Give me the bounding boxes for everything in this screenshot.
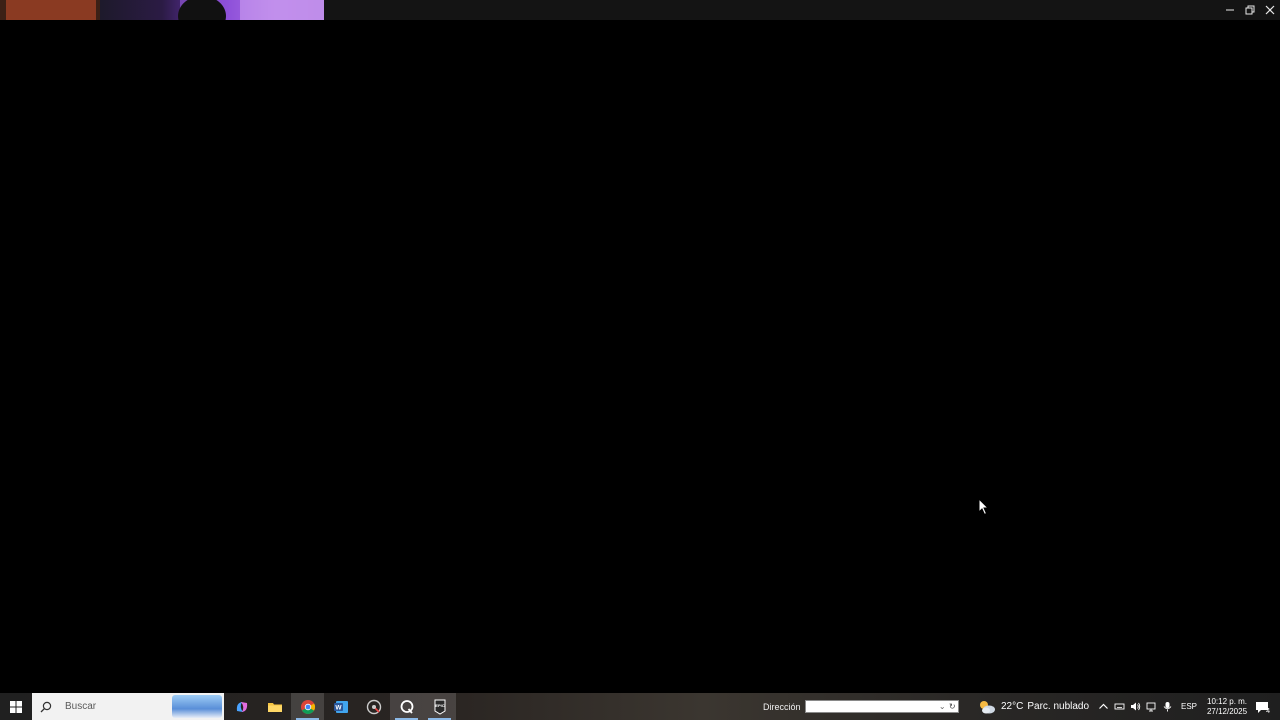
network-icon (1146, 702, 1155, 712)
tray-keyboard[interactable] (1111, 693, 1127, 720)
minimize-button[interactable] (1220, 0, 1240, 20)
clock[interactable]: 10:12 p. m. 27/12/2025 (1205, 693, 1249, 720)
word-icon: W (333, 700, 348, 713)
address-input[interactable] (805, 705, 936, 717)
tray-network[interactable] (1143, 693, 1159, 720)
taskbar-app-copilot[interactable] (225, 693, 258, 720)
weather-condition: Parc. nublado (1027, 701, 1090, 712)
q-app-icon (400, 699, 413, 714)
speaker-icon (1130, 702, 1140, 711)
microphone-icon (1163, 702, 1171, 712)
notification-center-button[interactable]: 4 (1250, 693, 1274, 720)
epic-games-icon: EPIC (434, 699, 445, 715)
minimize-icon (1226, 9, 1234, 11)
taskbar-app-file-explorer[interactable] (258, 693, 291, 720)
folder-icon (267, 702, 282, 712)
svg-text:EPIC: EPIC (435, 703, 444, 708)
weather-temperature: 22°C (1001, 701, 1024, 712)
notification-count: 4 (1266, 708, 1270, 715)
taskbar-app-circle[interactable] (357, 693, 390, 720)
restore-button[interactable] (1240, 0, 1260, 20)
language-indicator[interactable]: ESP (1181, 702, 1197, 711)
keyboard-icon (1114, 703, 1124, 710)
clock-date: 27/12/2025 (1206, 706, 1248, 716)
partly-cloudy-icon (980, 700, 995, 713)
close-icon (1265, 5, 1275, 15)
taskbar-app-epic-games[interactable]: EPIC (423, 693, 456, 720)
chevron-up-icon (1098, 703, 1108, 709)
search-highlight-image (172, 695, 222, 718)
close-button[interactable] (1260, 0, 1280, 20)
pinned-apps: W EPIC (225, 693, 456, 720)
clock-time: 10:12 p. m. (1207, 696, 1248, 706)
main-content-area (0, 20, 1280, 693)
windows-start-icon (10, 700, 22, 713)
address-dropdown-icon[interactable]: ⌄ (939, 701, 946, 712)
taskbar-app-chrome[interactable] (291, 693, 324, 720)
mouse-cursor-icon (978, 498, 990, 516)
restore-icon (1245, 5, 1255, 15)
address-label: Dirección (763, 701, 801, 712)
svg-text:W: W (335, 704, 342, 711)
circle-app-icon (366, 699, 381, 714)
search-placeholder: Buscar (65, 701, 97, 712)
window-controls (1220, 0, 1280, 20)
start-button[interactable] (0, 693, 32, 720)
tray-microphone[interactable] (1159, 693, 1175, 720)
show-hidden-icons-button[interactable] (1095, 693, 1111, 720)
address-field[interactable]: ⌄ ↻ (804, 700, 959, 717)
address-go-icon[interactable]: ↻ (949, 701, 956, 712)
copilot-icon (236, 701, 247, 712)
taskbar-search-box[interactable]: Buscar (32, 693, 224, 720)
weather-widget[interactable]: 22°C Parc. nublado (978, 693, 1089, 720)
search-icon (40, 701, 52, 712)
tray-volume[interactable] (1127, 693, 1143, 720)
desktop-screen: Buscar W EPIC Dirección ⌄ ↻ 22°C Parc. n… (0, 0, 1280, 720)
taskbar-app-word[interactable]: W (324, 693, 357, 720)
taskbar: Buscar W EPIC Dirección ⌄ ↻ 22°C Parc. n… (0, 693, 1280, 720)
taskbar-app-q[interactable] (390, 693, 423, 720)
system-tray: ESP 10:12 p. m. 27/12/2025 (1095, 693, 1249, 720)
address-toolbar: Dirección ⌄ ↻ (763, 693, 959, 720)
chrome-icon (300, 699, 315, 714)
